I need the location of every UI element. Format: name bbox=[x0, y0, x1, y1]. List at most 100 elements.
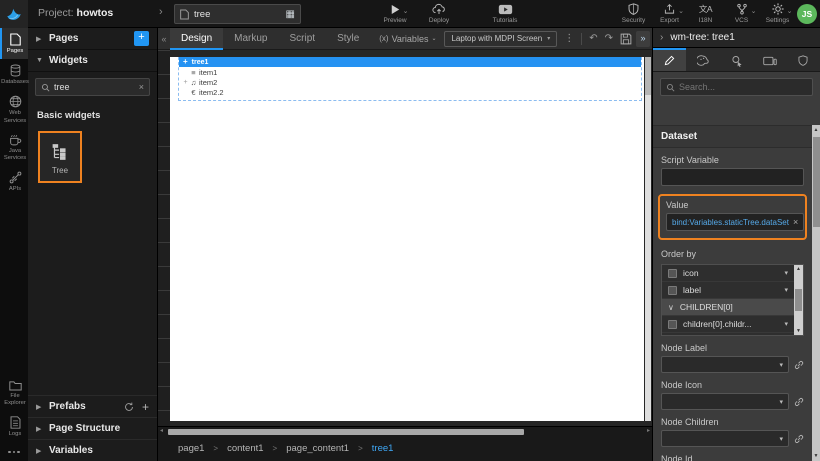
rail-item-file-explorer[interactable]: File Explorer bbox=[0, 375, 28, 411]
tab-security[interactable] bbox=[787, 48, 820, 71]
user-avatar[interactable]: JS bbox=[797, 4, 817, 24]
script-variable-input[interactable] bbox=[661, 168, 804, 186]
pages-section-header[interactable]: ▶ Pages + bbox=[28, 28, 157, 50]
add-prefab-icon[interactable]: + bbox=[142, 400, 149, 414]
widget-search-input[interactable] bbox=[54, 82, 135, 92]
rail-item-apis[interactable]: APIs bbox=[0, 166, 28, 197]
design-canvas[interactable]: + tree1 ≡ item1 + ♫ item2 € item2.2 bbox=[170, 57, 644, 421]
settings-button[interactable]: ⌄ Settings bbox=[761, 3, 794, 24]
tab-script[interactable]: Script bbox=[279, 28, 327, 50]
prefabs-section-header[interactable]: ▶ Prefabs + bbox=[28, 395, 157, 417]
rail-item-databases[interactable]: Databases bbox=[0, 59, 28, 90]
chevron-down-icon[interactable]: ▾ bbox=[784, 286, 788, 294]
order-group-children[interactable]: ∨ CHILDREN[0] bbox=[662, 299, 794, 316]
scrollbar-thumb[interactable] bbox=[645, 57, 651, 95]
page-structure-section-header[interactable]: ▶ Page Structure bbox=[28, 417, 157, 439]
vcs-button[interactable]: ⌄ VCS bbox=[725, 3, 758, 24]
scroll-up-icon[interactable]: ▲ bbox=[812, 127, 820, 133]
value-input[interactable]: bind:Variables.staticTree.dataSet × bbox=[666, 213, 804, 231]
widgets-section-header[interactable]: ▼ Widgets bbox=[28, 50, 157, 72]
widget-search[interactable]: × bbox=[35, 78, 150, 96]
breadcrumb-page-content1[interactable]: page_content1 bbox=[286, 443, 349, 454]
scroll-up-icon[interactable]: ▲ bbox=[796, 266, 801, 272]
node-children-select[interactable]: ▾ bbox=[661, 430, 789, 447]
scrollbar-thumb[interactable] bbox=[813, 137, 820, 227]
chevron-down-icon[interactable]: ▾ bbox=[784, 320, 788, 328]
rail-item-web-services[interactable]: Web Services bbox=[0, 90, 28, 128]
tree-widget-tile[interactable]: Tree bbox=[38, 131, 82, 183]
variables-section-header[interactable]: ▶ Variables bbox=[28, 439, 157, 461]
rail-item-pages[interactable]: Pages bbox=[0, 28, 28, 59]
order-row-label[interactable]: label ▾ bbox=[662, 282, 794, 299]
canvas-vertical-scrollbar[interactable] bbox=[645, 57, 651, 421]
save-icon[interactable] bbox=[620, 33, 632, 45]
tree-node-item2[interactable]: + ♫ item2 bbox=[179, 77, 641, 87]
breadcrumb-page1[interactable]: page1 bbox=[178, 443, 204, 454]
checkbox[interactable] bbox=[668, 269, 677, 278]
panel-scrollbar[interactable]: ▲ ▼ bbox=[812, 125, 820, 461]
add-page-button[interactable]: + bbox=[134, 31, 149, 46]
breadcrumb-tree1[interactable]: tree1 bbox=[372, 443, 394, 454]
refresh-icon[interactable] bbox=[124, 402, 134, 412]
property-search[interactable] bbox=[660, 78, 813, 96]
tab-style[interactable]: Style bbox=[326, 28, 370, 50]
chevron-down-icon[interactable]: ▾ bbox=[784, 269, 788, 277]
expand-plus-icon[interactable]: + bbox=[182, 79, 189, 86]
undo-icon[interactable]: ↶ bbox=[589, 33, 597, 44]
security-button[interactable]: Security bbox=[617, 3, 650, 24]
bind-link-icon[interactable] bbox=[794, 360, 804, 370]
tab-properties[interactable] bbox=[653, 48, 686, 71]
scroll-right-icon[interactable]: ▸ bbox=[647, 427, 650, 436]
scrollbar-thumb[interactable] bbox=[795, 289, 802, 311]
expand-panel-icon[interactable]: › bbox=[660, 32, 663, 43]
redo-icon[interactable]: ↷ bbox=[605, 33, 613, 44]
preview-button[interactable]: ⌄ Preview bbox=[378, 3, 412, 24]
vcs-chevron-icon[interactable]: ⌄ bbox=[751, 7, 757, 15]
tab-events[interactable] bbox=[720, 48, 753, 71]
tree-widget-on-canvas[interactable]: + tree1 ≡ item1 + ♫ item2 € item2.2 bbox=[178, 57, 642, 101]
tab-design[interactable]: Design bbox=[170, 28, 223, 50]
more-options-icon[interactable]: ⋮ bbox=[564, 33, 574, 44]
checkbox[interactable] bbox=[668, 286, 677, 295]
settings-chevron-icon[interactable]: ⌄ bbox=[787, 7, 793, 15]
tab-markup[interactable]: Markup bbox=[223, 28, 278, 50]
bind-link-icon[interactable] bbox=[794, 434, 804, 444]
collapse-right-panel-button[interactable]: » bbox=[636, 31, 650, 47]
rail-item-logs[interactable]: Logs bbox=[0, 411, 28, 442]
clear-search-icon[interactable]: × bbox=[139, 82, 144, 92]
listbox-scrollbar[interactable]: ▲ ▼ bbox=[794, 265, 803, 335]
order-row-icon[interactable]: icon ▾ bbox=[662, 265, 794, 282]
i18n-button[interactable]: 文A I18N bbox=[689, 3, 722, 24]
node-label-select[interactable]: ▾ bbox=[661, 356, 789, 373]
order-row-children-child[interactable]: children[0].childr... ▾ bbox=[662, 316, 794, 333]
tutorials-button[interactable]: Tutorials bbox=[488, 3, 522, 24]
preview-chevron-icon[interactable]: ⌄ bbox=[403, 7, 409, 15]
variables-dropdown[interactable]: (x) Variables ⌄ bbox=[379, 34, 436, 44]
dataset-section-header[interactable]: Dataset bbox=[653, 125, 812, 148]
device-selector-dropdown[interactable]: Laptop with MDPI Screen ▾ bbox=[444, 31, 557, 47]
rail-item-java-services[interactable]: Java Services bbox=[0, 129, 28, 166]
export-chevron-icon[interactable]: ⌄ bbox=[678, 7, 684, 15]
breadcrumb-content1[interactable]: content1 bbox=[227, 443, 263, 454]
scroll-down-icon[interactable]: ▼ bbox=[812, 453, 820, 459]
scroll-left-icon[interactable]: ◂ bbox=[160, 427, 163, 436]
property-search-input[interactable] bbox=[679, 82, 807, 92]
scroll-down-icon[interactable]: ▼ bbox=[796, 328, 801, 334]
wavemaker-logo[interactable] bbox=[0, 0, 28, 28]
canvas-horizontal-scrollbar[interactable]: ◂ ▸ bbox=[158, 426, 652, 435]
tab-styles[interactable] bbox=[686, 48, 719, 71]
tree-node-item2-2[interactable]: € item2.2 bbox=[179, 87, 641, 97]
bind-link-icon[interactable] bbox=[794, 397, 804, 407]
move-icon[interactable]: + bbox=[183, 58, 188, 66]
group-expand-icon[interactable]: ∨ bbox=[668, 303, 674, 312]
more-icon[interactable] bbox=[0, 443, 28, 461]
tree-node-item1[interactable]: ≡ item1 bbox=[179, 67, 641, 77]
page-selector[interactable]: tree ▦ bbox=[174, 4, 301, 24]
scrollbar-thumb[interactable] bbox=[168, 429, 524, 435]
clear-value-icon[interactable]: × bbox=[793, 217, 798, 227]
collapse-left-panel-button[interactable]: « bbox=[158, 34, 170, 44]
tree-widget-selection-header[interactable]: + tree1 bbox=[179, 57, 641, 67]
export-button[interactable]: ⌄ Export bbox=[653, 3, 686, 24]
tab-devices[interactable] bbox=[753, 48, 786, 71]
deploy-button[interactable]: Deploy bbox=[422, 3, 456, 24]
